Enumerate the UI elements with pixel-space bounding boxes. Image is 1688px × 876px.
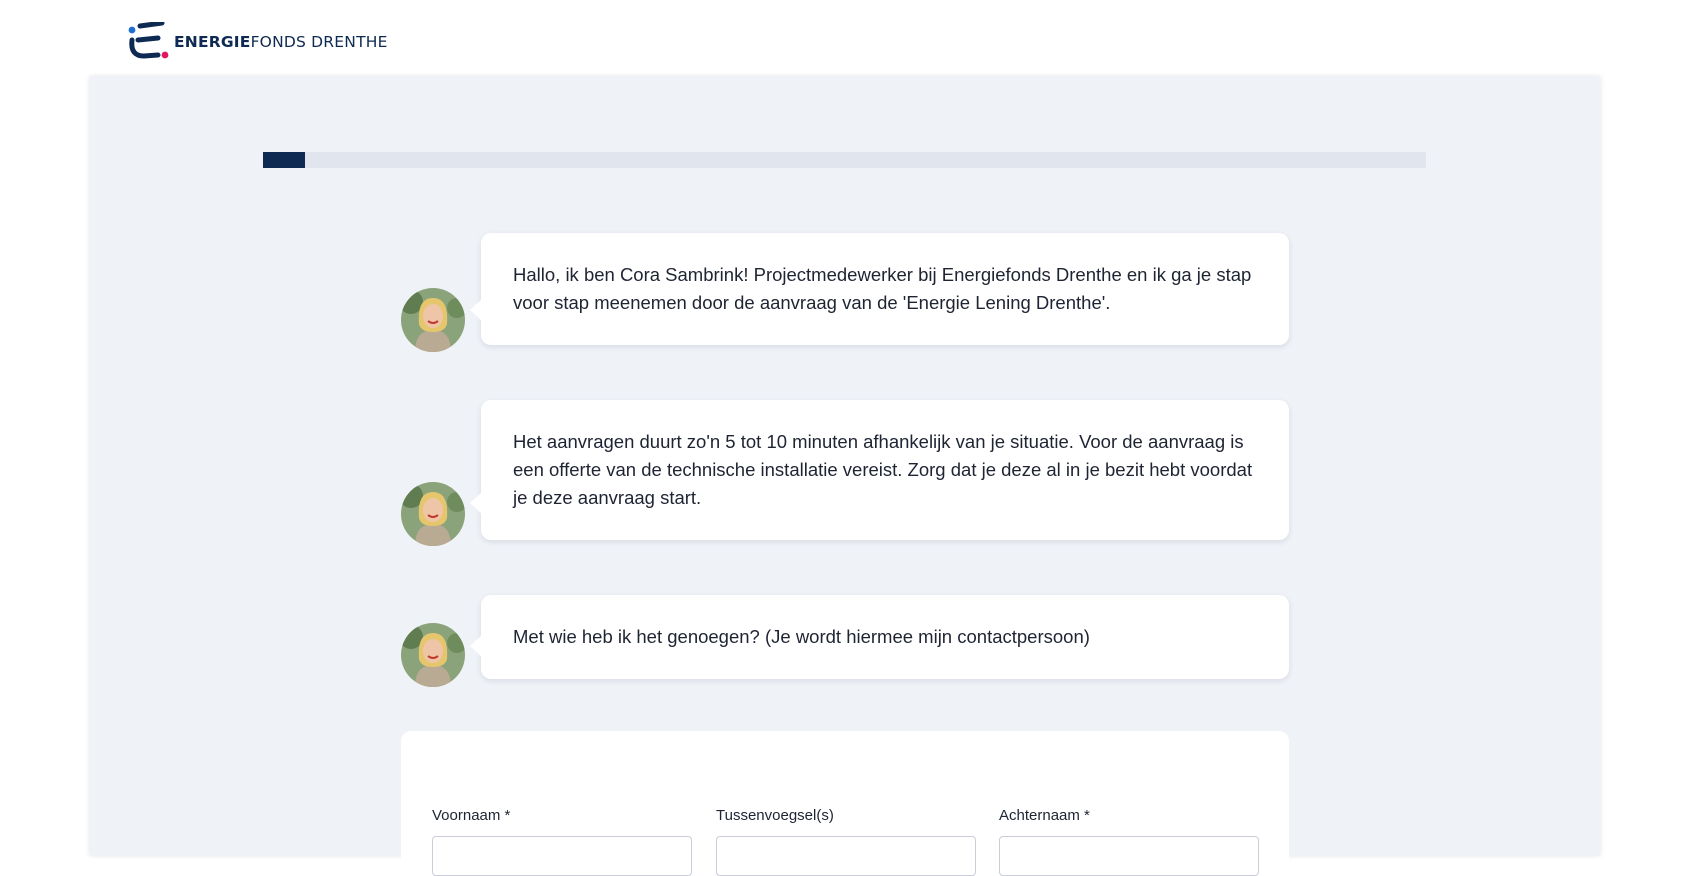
name-form: Voornaam * Tussenvoegsel(s) Achternaam * [401, 731, 1289, 876]
advisor-avatar-icon [401, 482, 465, 546]
progress-bar [263, 152, 1426, 168]
infix-input[interactable] [716, 836, 976, 876]
chat-bubble: Met wie heb ik het genoegen? (Je wordt h… [470, 595, 1289, 679]
chat-bubble: Het aanvragen duurt zo'n 5 tot 10 minute… [470, 400, 1289, 540]
chat-bubble-text: Het aanvragen duurt zo'n 5 tot 10 minute… [513, 431, 1253, 508]
first-name-input[interactable] [432, 836, 692, 876]
progress-fill [263, 152, 305, 168]
chat-bubble-text: Hallo, ik ben Cora Sambrink! Projectmede… [513, 264, 1252, 313]
first-name-field: Voornaam * [432, 807, 692, 876]
last-name-input[interactable] [999, 836, 1259, 876]
logo-mark-icon [128, 20, 172, 62]
infix-field: Tussenvoegsel(s) [716, 807, 976, 876]
infix-label: Tussenvoegsel(s) [716, 807, 834, 824]
advisor-avatar-icon [401, 288, 465, 352]
logo-text: ENERGIEFONDS DRENTHE [174, 33, 388, 51]
last-name-label: Achternaam * [999, 807, 1090, 824]
last-name-field: Achternaam * [999, 807, 1259, 876]
advisor-avatar-icon [401, 623, 465, 687]
site-header: ENERGIEFONDS DRENTHE [0, 0, 1688, 76]
first-name-label: Voornaam * [432, 807, 511, 824]
chat-bubble: Hallo, ik ben Cora Sambrink! Projectmede… [470, 233, 1289, 345]
energiefonds-logo[interactable]: ENERGIEFONDS DRENTHE [128, 20, 388, 62]
chat-bubble-text: Met wie heb ik het genoegen? (Je wordt h… [513, 626, 1090, 647]
main-content: Hallo, ik ben Cora Sambrink! Projectmede… [90, 76, 1600, 876]
